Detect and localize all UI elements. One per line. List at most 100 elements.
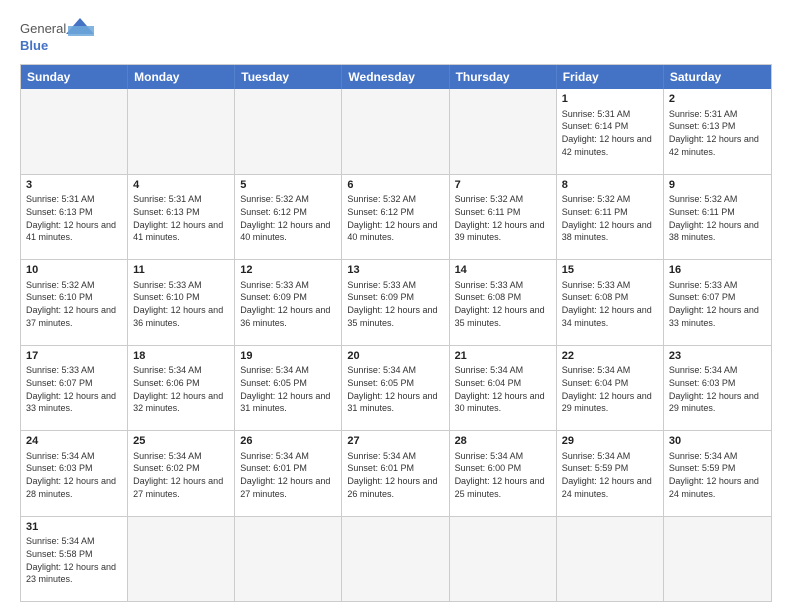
calendar-header-cell: Monday [128, 65, 235, 89]
day-number: 28 [455, 434, 551, 449]
day-info: Sunrise: 5:33 AM Sunset: 6:07 PM Dayligh… [669, 279, 766, 329]
calendar-header-cell: Friday [557, 65, 664, 89]
day-info: Sunrise: 5:31 AM Sunset: 6:13 PM Dayligh… [133, 193, 229, 243]
calendar-cell: 15Sunrise: 5:33 AM Sunset: 6:08 PM Dayli… [557, 260, 664, 345]
calendar-cell: 31Sunrise: 5:34 AM Sunset: 5:58 PM Dayli… [21, 517, 128, 602]
day-number: 6 [347, 178, 443, 193]
day-info: Sunrise: 5:34 AM Sunset: 6:01 PM Dayligh… [240, 450, 336, 500]
calendar-cell: 21Sunrise: 5:34 AM Sunset: 6:04 PM Dayli… [450, 346, 557, 431]
logo: General Blue [20, 16, 100, 54]
calendar-cell: 16Sunrise: 5:33 AM Sunset: 6:07 PM Dayli… [664, 260, 771, 345]
day-number: 7 [455, 178, 551, 193]
calendar-cell: 1Sunrise: 5:31 AM Sunset: 6:14 PM Daylig… [557, 89, 664, 174]
calendar-cell [128, 517, 235, 602]
day-info: Sunrise: 5:34 AM Sunset: 5:59 PM Dayligh… [562, 450, 658, 500]
day-number: 13 [347, 263, 443, 278]
day-info: Sunrise: 5:33 AM Sunset: 6:07 PM Dayligh… [26, 364, 122, 414]
calendar-cell: 25Sunrise: 5:34 AM Sunset: 6:02 PM Dayli… [128, 431, 235, 516]
calendar-cell: 13Sunrise: 5:33 AM Sunset: 6:09 PM Dayli… [342, 260, 449, 345]
calendar-row: 3 Sunrise: 5:31 AM Sunset: 6:13 PM Daylig… [21, 174, 771, 260]
day-number: 20 [347, 349, 443, 364]
day-info: Sunrise: 5:31 AM Sunset: 6:13 PM Dayligh… [669, 108, 766, 158]
day-info: Sunrise: 5:33 AM Sunset: 6:09 PM Dayligh… [240, 279, 336, 329]
day-info: Sunrise: 5:32 AM Sunset: 6:11 PM Dayligh… [455, 193, 551, 243]
day-number: 18 [133, 349, 229, 364]
day-number: 26 [240, 434, 336, 449]
day-number: 29 [562, 434, 658, 449]
calendar-cell [235, 517, 342, 602]
day-number: 2 [669, 92, 766, 107]
day-number: 17 [26, 349, 122, 364]
day-number: 3 [26, 178, 122, 193]
day-info: Sunrise: 5:31 AM Sunset: 6:14 PM Dayligh… [562, 108, 658, 158]
calendar-cell: 27Sunrise: 5:34 AM Sunset: 6:01 PM Dayli… [342, 431, 449, 516]
day-info: Sunrise: 5:33 AM Sunset: 6:08 PM Dayligh… [455, 279, 551, 329]
calendar-cell: 9Sunrise: 5:32 AM Sunset: 6:11 PM Daylig… [664, 175, 771, 260]
day-number: 16 [669, 263, 766, 278]
svg-text:Blue: Blue [20, 38, 48, 53]
day-number: 10 [26, 263, 122, 278]
calendar-cell: 22Sunrise: 5:34 AM Sunset: 6:04 PM Dayli… [557, 346, 664, 431]
day-number: 4 [133, 178, 229, 193]
calendar-body: 1Sunrise: 5:31 AM Sunset: 6:14 PM Daylig… [21, 89, 771, 601]
calendar-header-cell: Saturday [664, 65, 771, 89]
calendar-cell: 10Sunrise: 5:32 AM Sunset: 6:10 PM Dayli… [21, 260, 128, 345]
calendar-cell [21, 89, 128, 174]
day-info: Sunrise: 5:34 AM Sunset: 6:01 PM Dayligh… [347, 450, 443, 500]
calendar-cell: 8Sunrise: 5:32 AM Sunset: 6:11 PM Daylig… [557, 175, 664, 260]
calendar: SundayMondayTuesdayWednesdayThursdayFrid… [20, 64, 772, 602]
calendar-row: 10Sunrise: 5:32 AM Sunset: 6:10 PM Dayli… [21, 259, 771, 345]
day-info: Sunrise: 5:34 AM Sunset: 6:05 PM Dayligh… [240, 364, 336, 414]
day-number: 19 [240, 349, 336, 364]
day-info: Sunrise: 5:32 AM Sunset: 6:10 PM Dayligh… [26, 279, 122, 329]
calendar-row: 24Sunrise: 5:34 AM Sunset: 6:03 PM Dayli… [21, 430, 771, 516]
day-number: 21 [455, 349, 551, 364]
calendar-cell: 14Sunrise: 5:33 AM Sunset: 6:08 PM Dayli… [450, 260, 557, 345]
calendar-header-cell: Sunday [21, 65, 128, 89]
calendar-header-cell: Tuesday [235, 65, 342, 89]
calendar-header: SundayMondayTuesdayWednesdayThursdayFrid… [21, 65, 771, 89]
day-info: Sunrise: 5:34 AM Sunset: 6:02 PM Dayligh… [133, 450, 229, 500]
calendar-row: 17Sunrise: 5:33 AM Sunset: 6:07 PM Dayli… [21, 345, 771, 431]
day-number: 1 [562, 92, 658, 107]
day-number: 27 [347, 434, 443, 449]
calendar-cell [450, 89, 557, 174]
day-number: 8 [562, 178, 658, 193]
day-number: 15 [562, 263, 658, 278]
day-info: Sunrise: 5:32 AM Sunset: 6:11 PM Dayligh… [562, 193, 658, 243]
day-info: Sunrise: 5:32 AM Sunset: 6:11 PM Dayligh… [669, 193, 766, 243]
calendar-cell: 30Sunrise: 5:34 AM Sunset: 5:59 PM Dayli… [664, 431, 771, 516]
calendar-cell: 2Sunrise: 5:31 AM Sunset: 6:13 PM Daylig… [664, 89, 771, 174]
calendar-cell: 5Sunrise: 5:32 AM Sunset: 6:12 PM Daylig… [235, 175, 342, 260]
calendar-header-cell: Thursday [450, 65, 557, 89]
calendar-row: 1Sunrise: 5:31 AM Sunset: 6:14 PM Daylig… [21, 89, 771, 174]
day-info: Sunrise: 5:34 AM Sunset: 6:06 PM Dayligh… [133, 364, 229, 414]
calendar-cell: 6Sunrise: 5:32 AM Sunset: 6:12 PM Daylig… [342, 175, 449, 260]
day-number: 30 [669, 434, 766, 449]
day-info: Sunrise: 5:33 AM Sunset: 6:09 PM Dayligh… [347, 279, 443, 329]
calendar-cell: 7Sunrise: 5:32 AM Sunset: 6:11 PM Daylig… [450, 175, 557, 260]
day-number: 11 [133, 263, 229, 278]
calendar-cell: 28Sunrise: 5:34 AM Sunset: 6:00 PM Dayli… [450, 431, 557, 516]
calendar-cell: 4Sunrise: 5:31 AM Sunset: 6:13 PM Daylig… [128, 175, 235, 260]
calendar-header-cell: Wednesday [342, 65, 449, 89]
calendar-cell: 29Sunrise: 5:34 AM Sunset: 5:59 PM Dayli… [557, 431, 664, 516]
calendar-cell: 26Sunrise: 5:34 AM Sunset: 6:01 PM Dayli… [235, 431, 342, 516]
logo-graphic: General Blue [20, 16, 100, 54]
day-number: 9 [669, 178, 766, 193]
day-info: Sunrise: 5:34 AM Sunset: 6:05 PM Dayligh… [347, 364, 443, 414]
day-info: Sunrise: 5:34 AM Sunset: 5:59 PM Dayligh… [669, 450, 766, 500]
page: General Blue SundayMondayTuesdayWednesda… [0, 0, 792, 612]
calendar-cell: 17Sunrise: 5:33 AM Sunset: 6:07 PM Dayli… [21, 346, 128, 431]
calendar-cell [450, 517, 557, 602]
calendar-row: 31Sunrise: 5:34 AM Sunset: 5:58 PM Dayli… [21, 516, 771, 602]
day-info: Sunrise: 5:34 AM Sunset: 6:03 PM Dayligh… [669, 364, 766, 414]
calendar-cell: 20Sunrise: 5:34 AM Sunset: 6:05 PM Dayli… [342, 346, 449, 431]
calendar-cell: 11Sunrise: 5:33 AM Sunset: 6:10 PM Dayli… [128, 260, 235, 345]
calendar-cell: 23Sunrise: 5:34 AM Sunset: 6:03 PM Dayli… [664, 346, 771, 431]
calendar-cell [664, 517, 771, 602]
day-info: Sunrise: 5:33 AM Sunset: 6:08 PM Dayligh… [562, 279, 658, 329]
day-number: 25 [133, 434, 229, 449]
calendar-cell: 24Sunrise: 5:34 AM Sunset: 6:03 PM Dayli… [21, 431, 128, 516]
day-info: Sunrise: 5:32 AM Sunset: 6:12 PM Dayligh… [240, 193, 336, 243]
